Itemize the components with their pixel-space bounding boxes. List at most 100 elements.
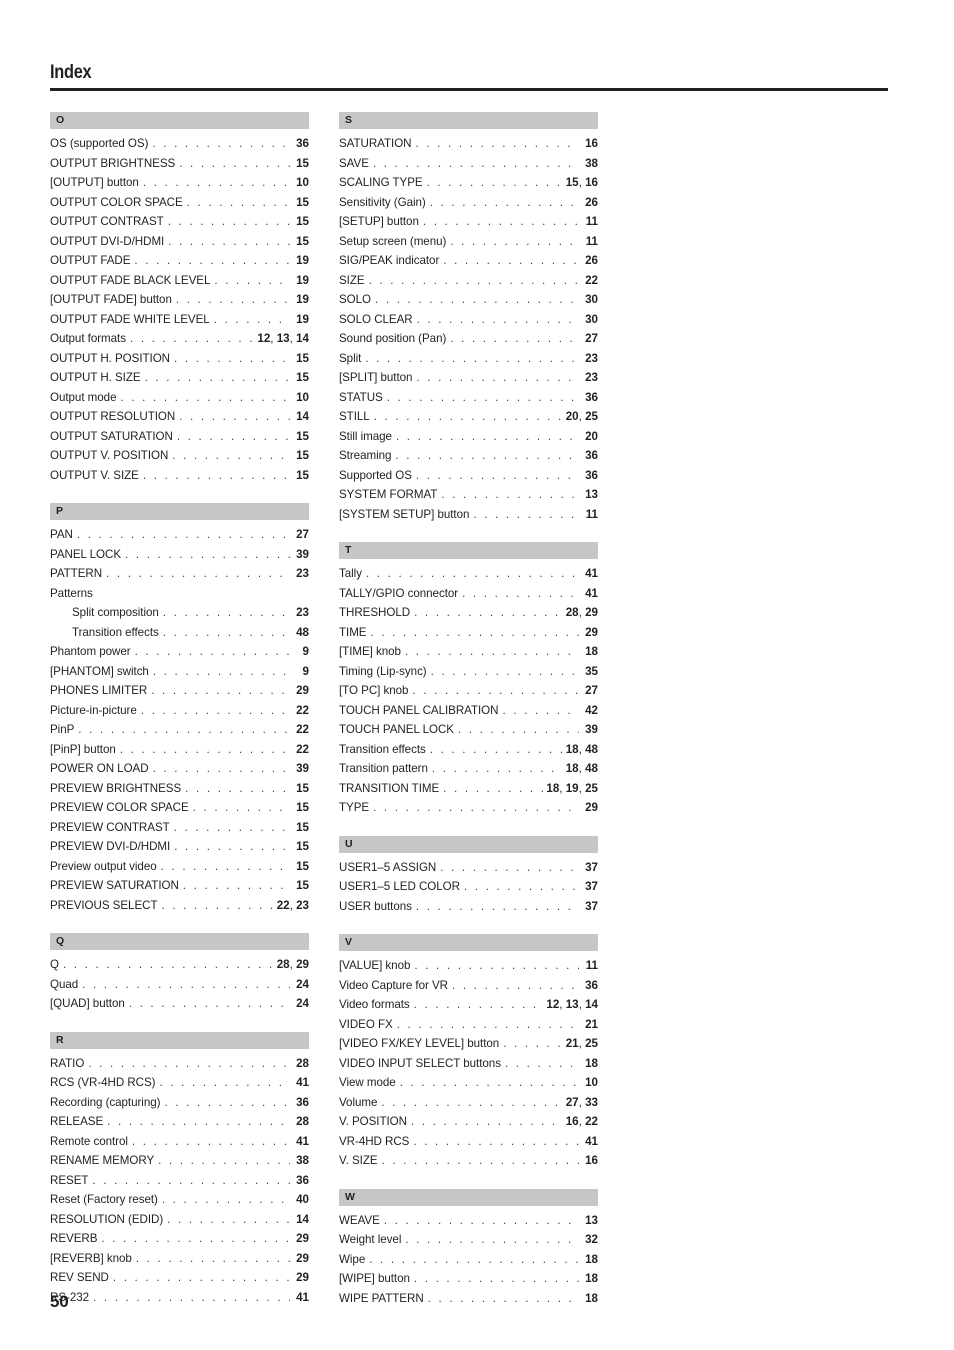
page-ref[interactable]: 41 <box>585 567 598 580</box>
page-ref[interactable]: 22 <box>277 899 290 912</box>
index-entry-page-numbers[interactable]: 19 <box>293 271 309 291</box>
index-entry-page-numbers[interactable]: 38 <box>293 1151 309 1171</box>
page-ref[interactable]: 36 <box>296 1174 309 1187</box>
page-ref[interactable]: 18 <box>585 645 598 658</box>
index-entry[interactable]: USER1–5 LED COLOR. . . . . . . . . . . .… <box>339 877 598 897</box>
page-ref[interactable]: 39 <box>585 723 598 736</box>
index-entry-page-numbers[interactable]: 11 <box>582 505 598 525</box>
index-entry[interactable]: PinP. . . . . . . . . . . . . . . . . . … <box>50 720 309 740</box>
page-ref[interactable]: 26 <box>585 196 598 209</box>
page-ref[interactable]: 23 <box>585 371 598 384</box>
page-ref[interactable]: 18 <box>566 762 579 775</box>
page-ref[interactable]: 41 <box>585 1135 598 1148</box>
index-entry[interactable]: VR-4HD RCS. . . . . . . . . . . . . . . … <box>339 1132 598 1152</box>
index-entry[interactable]: Split composition. . . . . . . . . . . .… <box>50 603 309 623</box>
index-entry[interactable]: [SYSTEM SETUP] button. . . . . . . . . .… <box>339 505 598 525</box>
index-entry-page-numbers[interactable]: 15 <box>293 212 309 232</box>
page-ref[interactable]: 48 <box>585 743 598 756</box>
index-entry-page-numbers[interactable]: 29 <box>582 623 598 643</box>
index-entry-page-numbers[interactable]: 9 <box>293 642 309 662</box>
index-entry[interactable]: View mode. . . . . . . . . . . . . . . .… <box>339 1073 598 1093</box>
index-entry[interactable]: VIDEO INPUT SELECT buttons. . . . . . . … <box>339 1054 598 1074</box>
index-entry[interactable]: USER1–5 ASSIGN. . . . . . . . . . . . . … <box>339 858 598 878</box>
index-entry[interactable]: Weight level. . . . . . . . . . . . . . … <box>339 1230 598 1250</box>
index-entry-page-numbers[interactable]: 36 <box>582 976 598 996</box>
index-entry[interactable]: Wipe. . . . . . . . . . . . . . . . . . … <box>339 1250 598 1270</box>
page-ref[interactable]: 36 <box>585 391 598 404</box>
index-entry-page-numbers[interactable]: 15 <box>293 466 309 486</box>
index-entry[interactable]: [OUTPUT FADE] button. . . . . . . . . . … <box>50 290 309 310</box>
index-entry[interactable]: PREVIEW COLOR SPACE. . . . . . . . . . .… <box>50 798 309 818</box>
index-entry-page-numbers[interactable]: 24 <box>293 994 309 1014</box>
page-ref[interactable]: 15 <box>296 782 309 795</box>
page-ref[interactable]: 26 <box>585 254 598 267</box>
index-entry-page-numbers[interactable]: 32 <box>582 1230 598 1250</box>
index-entry-page-numbers[interactable]: 27 <box>582 329 598 349</box>
index-entry-page-numbers[interactable]: 22, 23 <box>277 896 309 916</box>
page-ref[interactable]: 18 <box>585 1272 598 1285</box>
index-entry[interactable]: OUTPUT CONTRAST. . . . . . . . . . . . .… <box>50 212 309 232</box>
page-ref[interactable]: 15 <box>296 430 309 443</box>
index-entry-page-numbers[interactable]: 22 <box>293 720 309 740</box>
index-entry-page-numbers[interactable]: 48 <box>293 623 309 643</box>
index-entry-page-numbers[interactable]: 41 <box>582 1132 598 1152</box>
page-ref[interactable]: 36 <box>585 449 598 462</box>
page-ref[interactable]: 24 <box>296 997 309 1010</box>
index-entry[interactable]: PAN. . . . . . . . . . . . . . . . . . .… <box>50 525 309 545</box>
index-entry[interactable]: [VALUE] knob. . . . . . . . . . . . . . … <box>339 956 598 976</box>
index-entry[interactable]: Timing (Lip-sync). . . . . . . . . . . .… <box>339 662 598 682</box>
index-entry-page-numbers[interactable]: 38 <box>582 154 598 174</box>
index-entry[interactable]: [PinP] button. . . . . . . . . . . . . .… <box>50 740 309 760</box>
index-entry[interactable]: OS (supported OS). . . . . . . . . . . .… <box>50 134 309 154</box>
index-entry-page-numbers[interactable]: 39 <box>293 545 309 565</box>
index-entry-page-numbers[interactable]: 37 <box>582 877 598 897</box>
index-entry-page-numbers[interactable]: 15 <box>293 368 309 388</box>
page-ref[interactable]: 13 <box>585 1214 598 1227</box>
index-entry-page-numbers[interactable]: 41 <box>582 564 598 584</box>
index-entry[interactable]: PREVIEW SATURATION. . . . . . . . . . . … <box>50 876 309 896</box>
index-entry-page-numbers[interactable]: 21 <box>582 1015 598 1035</box>
index-entry-page-numbers[interactable]: 42 <box>582 701 598 721</box>
index-entry-page-numbers[interactable]: 15, 16 <box>566 173 598 193</box>
index-entry-page-numbers[interactable]: 11 <box>582 232 598 252</box>
page-ref[interactable]: 40 <box>296 1193 309 1206</box>
index-entry-page-numbers[interactable]: 29 <box>293 1268 309 1288</box>
index-entry-page-numbers[interactable]: 11 <box>582 956 598 976</box>
index-entry-page-numbers[interactable]: 9 <box>293 662 309 682</box>
page-ref[interactable]: 19 <box>296 313 309 326</box>
page-ref[interactable]: 15 <box>296 157 309 170</box>
index-entry-page-numbers[interactable]: 28 <box>293 1112 309 1132</box>
page-ref[interactable]: 18 <box>566 743 579 756</box>
index-entry[interactable]: TYPE. . . . . . . . . . . . . . . . . . … <box>339 798 598 818</box>
page-ref[interactable]: 29 <box>585 606 598 619</box>
index-entry-page-numbers[interactable]: 29 <box>293 681 309 701</box>
index-entry[interactable]: V. SIZE. . . . . . . . . . . . . . . . .… <box>339 1151 598 1171</box>
index-entry[interactable]: THRESHOLD. . . . . . . . . . . . . . . .… <box>339 603 598 623</box>
index-entry-page-numbers[interactable]: 37 <box>582 897 598 917</box>
page-ref[interactable]: 15 <box>296 801 309 814</box>
page-ref[interactable]: 33 <box>585 1096 598 1109</box>
page-ref[interactable]: 27 <box>585 332 598 345</box>
index-entry[interactable]: RESET. . . . . . . . . . . . . . . . . .… <box>50 1171 309 1191</box>
index-entry[interactable]: WIPE PATTERN. . . . . . . . . . . . . . … <box>339 1289 598 1309</box>
page-ref[interactable]: 13 <box>566 998 579 1011</box>
index-entry-page-numbers[interactable]: 27 <box>582 681 598 701</box>
page-ref[interactable]: 36 <box>585 469 598 482</box>
index-entry-page-numbers[interactable]: 18, 48 <box>566 759 598 779</box>
index-entry-page-numbers[interactable]: 28, 29 <box>277 955 309 975</box>
index-entry[interactable]: WEAVE. . . . . . . . . . . . . . . . . .… <box>339 1211 598 1231</box>
index-entry-page-numbers[interactable]: 11 <box>582 212 598 232</box>
index-entry[interactable]: OUTPUT SATURATION. . . . . . . . . . . .… <box>50 427 309 447</box>
index-entry[interactable]: [QUAD] button. . . . . . . . . . . . . .… <box>50 994 309 1014</box>
index-entry-page-numbers[interactable]: 26 <box>582 251 598 271</box>
index-entry[interactable]: SIZE. . . . . . . . . . . . . . . . . . … <box>339 271 598 291</box>
page-ref[interactable]: 20 <box>585 430 598 443</box>
index-entry[interactable]: Patterns. . . . . . . . . . . . . . . . … <box>50 584 309 604</box>
index-entry[interactable]: [TIME] knob. . . . . . . . . . . . . . .… <box>339 642 598 662</box>
page-ref[interactable]: 27 <box>585 684 598 697</box>
index-entry[interactable]: SATURATION. . . . . . . . . . . . . . . … <box>339 134 598 154</box>
index-entry-page-numbers[interactable]: 29 <box>293 1229 309 1249</box>
index-entry[interactable]: REV SEND. . . . . . . . . . . . . . . . … <box>50 1268 309 1288</box>
page-ref[interactable]: 16 <box>585 176 598 189</box>
page-ref[interactable]: 15 <box>296 215 309 228</box>
